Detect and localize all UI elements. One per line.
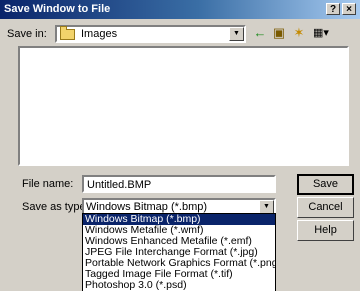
new-folder-icon[interactable]: ✶ (290, 25, 308, 41)
file-name-input[interactable]: Untitled.BMP (82, 175, 276, 193)
save-button[interactable]: Save (297, 174, 354, 195)
save-in-combo[interactable]: Images ▼ (55, 25, 246, 43)
cancel-button[interactable]: Cancel (297, 197, 354, 218)
save-in-label: Save in: (7, 28, 47, 40)
dropdown-arrow-icon[interactable]: ▼ (259, 200, 274, 214)
title-bar[interactable]: Save Window to File ? × (0, 0, 360, 19)
up-folder-icon[interactable]: ▣ (270, 25, 288, 41)
dropdown-arrow-icon[interactable]: ▼ (229, 27, 244, 41)
save-in-value: Images (81, 28, 118, 40)
save-as-type-dropdown[interactable]: Windows Bitmap (*.bmp) Windows Metafile … (82, 213, 276, 291)
view-menu-icon[interactable]: ▦▾ (309, 25, 333, 41)
help-title-button[interactable]: ? (326, 3, 340, 15)
save-dialog: Save Window to File ? × Save in: Images … (0, 0, 360, 291)
folder-icon (60, 26, 75, 40)
help-button[interactable]: Help (297, 220, 354, 241)
save-as-type-option[interactable]: Photoshop 3.0 (*.psd) (83, 280, 275, 291)
file-list[interactable] (18, 46, 349, 166)
save-as-type-label: Save as type: (22, 201, 89, 213)
save-as-type-value: Windows Bitmap (*.bmp) (86, 201, 208, 213)
close-title-button[interactable]: × (342, 3, 356, 15)
file-name-label: File name: (22, 178, 74, 190)
back-icon[interactable]: ← (251, 25, 269, 41)
window-title: Save Window to File (4, 3, 111, 15)
